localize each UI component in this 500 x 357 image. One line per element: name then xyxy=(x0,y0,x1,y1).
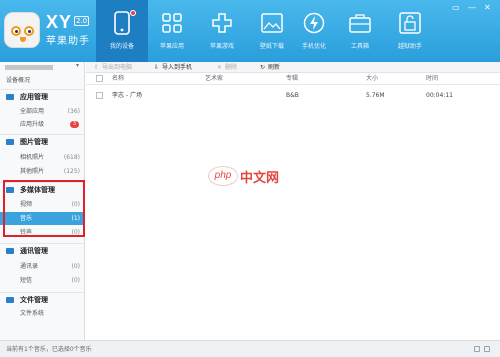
item-count: (125) xyxy=(63,168,80,175)
device-selector[interactable]: ▾ xyxy=(4,62,82,74)
sidebar-item-all-apps[interactable]: 全部应用 (36) xyxy=(0,105,84,118)
group-title: 通讯管理 xyxy=(20,247,48,255)
column-size[interactable]: 大小 xyxy=(366,73,378,85)
highlight-box xyxy=(3,180,85,237)
list-view-icon[interactable] xyxy=(474,346,480,352)
nav-toolbox[interactable]: 工具箱 xyxy=(334,0,386,62)
nav-label: 工具箱 xyxy=(350,43,369,50)
group-title: 文件管理 xyxy=(20,296,48,304)
unlock-icon xyxy=(397,10,423,36)
group-title: 应用管理 xyxy=(20,93,48,101)
export-to-pc-button[interactable]: ⇧ 导出到电脑 xyxy=(94,62,132,73)
button-label: 导入到手机 xyxy=(162,64,193,71)
app-header: XY 2.0 苹果助手 我的设备 苹果应用 苹果游戏 壁纸下载 手机优化 工具箱… xyxy=(0,0,500,62)
cell-size: 5.76M xyxy=(366,92,385,99)
sidebar-item-sms[interactable]: 短信 (0) xyxy=(0,274,84,287)
watermark-php-logo: php xyxy=(208,166,238,186)
status-bar: 当前有1个音乐，已选择0个音乐 xyxy=(0,340,500,357)
php-watermark: php 中文网 xyxy=(208,166,298,188)
contacts-manage-icon xyxy=(6,248,14,254)
close-button[interactable]: ✕ xyxy=(484,4,491,12)
nav-label: 苹果应用 xyxy=(159,43,184,50)
toolbar: ⇧ 导出到电脑 ⇩ 导入到手机 ✕ 删除 ↻ 刷新 xyxy=(86,62,500,73)
column-album[interactable]: 专辑 xyxy=(286,73,298,85)
nav-optimize[interactable]: 手机优化 xyxy=(288,0,340,62)
nav-jailbreak[interactable]: 越狱助手 xyxy=(384,0,436,62)
sidebar-group-contacts[interactable]: 通讯管理 xyxy=(0,243,84,257)
select-all-checkbox[interactable] xyxy=(96,75,103,82)
import-to-phone-button[interactable]: ⇩ 导入到手机 xyxy=(154,62,192,73)
sidebar-item-label: 其他照片 xyxy=(20,168,45,175)
skin-button[interactable]: ▭ xyxy=(452,4,460,12)
cell-album: B&B xyxy=(286,92,299,99)
nav-label: 我的设备 xyxy=(109,43,134,50)
item-count: (618) xyxy=(63,154,80,161)
apps-grid-icon xyxy=(159,10,185,36)
group-title: 图片管理 xyxy=(20,138,48,146)
status-text: 当前有1个音乐，已选择0个音乐 xyxy=(6,346,92,353)
nav-label: 手机优化 xyxy=(301,43,326,50)
sidebar-item-label: 短信 xyxy=(20,277,33,284)
view-mode-icons[interactable] xyxy=(474,346,492,353)
item-count: (0) xyxy=(71,277,81,284)
nav-label: 越狱助手 xyxy=(397,43,422,50)
app-manage-icon xyxy=(6,94,14,100)
refresh-icon: ↻ xyxy=(260,64,266,71)
sidebar-item-device-overview[interactable]: 设备概况 xyxy=(0,74,84,87)
column-time[interactable]: 时间 xyxy=(426,73,438,85)
delete-icon: ✕ xyxy=(217,64,223,71)
update-badge: 3 xyxy=(70,121,79,128)
nav-apple-games[interactable]: 苹果游戏 xyxy=(196,0,248,62)
gamepad-cross-icon xyxy=(209,10,235,36)
minimize-button[interactable]: — xyxy=(468,4,476,12)
button-label: 删除 xyxy=(225,64,238,71)
sidebar-item-label: 全部应用 xyxy=(20,108,45,115)
cell-time: 00:04:11 xyxy=(426,92,453,99)
app-name: XY xyxy=(46,12,73,32)
nav-my-device[interactable]: 我的设备 xyxy=(96,0,148,62)
owl-logo-icon xyxy=(4,12,40,48)
sidebar-item-label: 相机照片 xyxy=(20,154,45,161)
export-icon: ⇧ xyxy=(94,64,100,71)
delete-button[interactable]: ✕ 删除 xyxy=(217,62,237,73)
sidebar-item-label: 通讯录 xyxy=(20,263,39,270)
watermark-text: 中文网 xyxy=(240,171,280,186)
button-label: 导出到电脑 xyxy=(102,64,133,71)
photo-manage-icon xyxy=(6,139,14,145)
sidebar-item-app-updates[interactable]: 应用升级 3 xyxy=(0,118,84,131)
sidebar-item-file-system[interactable]: 文件系统 xyxy=(0,307,84,320)
sidebar-item-address-book[interactable]: 通讯录 (0) xyxy=(0,260,84,273)
refresh-button[interactable]: ↻ 刷新 xyxy=(260,62,280,73)
nav-label: 苹果游戏 xyxy=(209,43,234,50)
toolbox-icon xyxy=(347,10,373,36)
sidebar-group-photos[interactable]: 图片管理 xyxy=(0,134,84,148)
sidebar-item-label: 文件系统 xyxy=(20,310,45,317)
table-row[interactable]: 李志 - 广场 B&B 5.76M 00:04:11 xyxy=(86,89,500,102)
sidebar-item-other-photos[interactable]: 其他照片 (125) xyxy=(0,165,84,178)
item-count: (0) xyxy=(71,263,81,270)
sidebar-group-apps[interactable]: 应用管理 xyxy=(0,89,84,103)
notification-dot xyxy=(130,10,136,16)
sidebar-item-label: 应用升级 xyxy=(20,121,45,128)
app-version-badge: 2.0 xyxy=(74,16,90,26)
column-artist[interactable]: 艺术家 xyxy=(205,73,223,85)
lightning-icon xyxy=(301,10,327,36)
button-label: 刷新 xyxy=(268,64,281,71)
sidebar-group-files[interactable]: 文件管理 xyxy=(0,292,84,306)
grid-view-icon[interactable] xyxy=(484,346,490,352)
picture-icon xyxy=(259,10,285,36)
nav-apple-apps[interactable]: 苹果应用 xyxy=(146,0,198,62)
sidebar-item-camera-photos[interactable]: 相机照片 (618) xyxy=(0,151,84,164)
row-checkbox[interactable] xyxy=(96,92,103,99)
item-count: (36) xyxy=(67,108,80,115)
sidebar-item-label: 设备概况 xyxy=(6,77,31,84)
table-header: 名称 艺术家 专辑 大小 时间 xyxy=(86,73,500,85)
file-manage-icon xyxy=(6,297,14,303)
column-name[interactable]: 名称 xyxy=(112,73,124,85)
cell-name: 李志 - 广场 xyxy=(112,92,142,99)
import-icon: ⇩ xyxy=(154,64,160,71)
app-subtitle: 苹果助手 xyxy=(46,36,90,47)
chevron-down-icon: ▾ xyxy=(76,62,80,69)
device-name-blurred xyxy=(5,65,53,70)
